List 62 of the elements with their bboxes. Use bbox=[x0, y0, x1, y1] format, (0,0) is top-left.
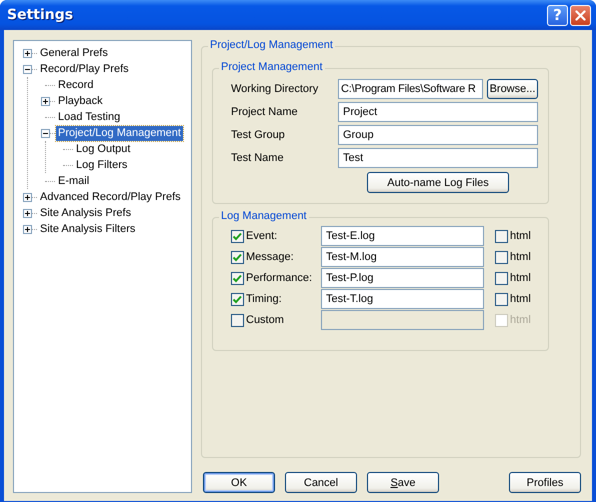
help-button[interactable]: ? bbox=[547, 4, 568, 26]
checkbox-label: Event: bbox=[246, 230, 278, 242]
dialog-button[interactable]: Save bbox=[367, 472, 439, 493]
group-title: Log Management bbox=[219, 210, 309, 222]
checkbox-label: Message: bbox=[246, 251, 294, 263]
group-title: Project Management bbox=[219, 61, 324, 73]
checkbox-label: Custom bbox=[246, 314, 284, 326]
expand-icon[interactable] bbox=[23, 48, 32, 58]
checkbox-label: html bbox=[510, 251, 531, 263]
checkbox[interactable] bbox=[231, 250, 244, 264]
tree-item[interactable]: Site Analysis Prefs bbox=[38, 206, 134, 220]
expand-icon[interactable] bbox=[41, 96, 50, 106]
field-label: Test Group bbox=[231, 129, 286, 141]
input-field[interactable]: Group bbox=[338, 125, 538, 145]
tree-item[interactable]: Project/Log Management bbox=[56, 126, 183, 140]
input-field[interactable]: Test-P.log bbox=[321, 268, 484, 288]
checkbox-label: Performance: bbox=[246, 272, 312, 284]
tree-item[interactable]: Playback bbox=[56, 94, 105, 108]
group-title: Project/Log Management bbox=[208, 39, 335, 51]
checkbox[interactable] bbox=[495, 272, 508, 284]
expand-icon[interactable] bbox=[23, 208, 32, 218]
field-label: Working Directory bbox=[231, 83, 320, 95]
tree-item[interactable]: General Prefs bbox=[38, 46, 110, 60]
checkbox[interactable] bbox=[231, 272, 244, 284]
input-field[interactable]: Project bbox=[338, 102, 538, 122]
tree-item[interactable]: Site Analysis Filters bbox=[38, 222, 138, 236]
input-field[interactable]: Test-M.log bbox=[321, 247, 484, 267]
window-title: Settings bbox=[7, 7, 74, 23]
field-label: Test Name bbox=[231, 152, 285, 164]
input-field[interactable]: Test bbox=[338, 148, 538, 168]
checkbox-label: html bbox=[510, 230, 531, 242]
tree-item[interactable]: Load Testing bbox=[56, 110, 122, 124]
tree-item[interactable]: Log Filters bbox=[74, 158, 130, 172]
input-field[interactable]: Test-E.log bbox=[321, 226, 484, 246]
close-icon bbox=[575, 10, 586, 20]
dialog-button[interactable]: Cancel bbox=[285, 472, 357, 493]
checkbox[interactable] bbox=[231, 230, 244, 242]
checkbox[interactable] bbox=[495, 230, 508, 242]
checkbox[interactable] bbox=[495, 292, 508, 306]
tree-item[interactable]: Log Output bbox=[74, 142, 132, 156]
checkbox[interactable] bbox=[231, 292, 244, 306]
input-field[interactable]: C:\Program Files\Software R bbox=[338, 79, 483, 99]
auto-name-button[interactable]: Auto-name Log Files bbox=[367, 172, 509, 193]
browse-button[interactable]: Browse... bbox=[487, 79, 538, 99]
tree-item[interactable]: Advanced Record/Play Prefs bbox=[38, 190, 183, 204]
checkbox-label: html bbox=[510, 293, 531, 305]
checkbox-label: Timing: bbox=[246, 293, 282, 305]
checkbox[interactable] bbox=[495, 250, 508, 264]
collapse-icon[interactable] bbox=[23, 64, 32, 74]
checkbox-label: html bbox=[510, 272, 531, 284]
close-button[interactable] bbox=[570, 4, 591, 26]
collapse-icon[interactable] bbox=[41, 128, 50, 138]
tree-item[interactable]: Record bbox=[56, 78, 96, 92]
expand-icon[interactable] bbox=[23, 224, 32, 234]
field-label: Project Name bbox=[231, 106, 299, 118]
tree-item[interactable]: Record/Play Prefs bbox=[38, 62, 131, 76]
tree-item[interactable]: E-mail bbox=[56, 174, 92, 188]
expand-icon[interactable] bbox=[23, 192, 32, 202]
dialog-button[interactable]: OK bbox=[203, 472, 275, 493]
dialog-button[interactable]: Profiles bbox=[509, 472, 581, 493]
checkbox-label: html bbox=[510, 314, 531, 326]
input-field[interactable]: Test-T.log bbox=[321, 289, 484, 309]
